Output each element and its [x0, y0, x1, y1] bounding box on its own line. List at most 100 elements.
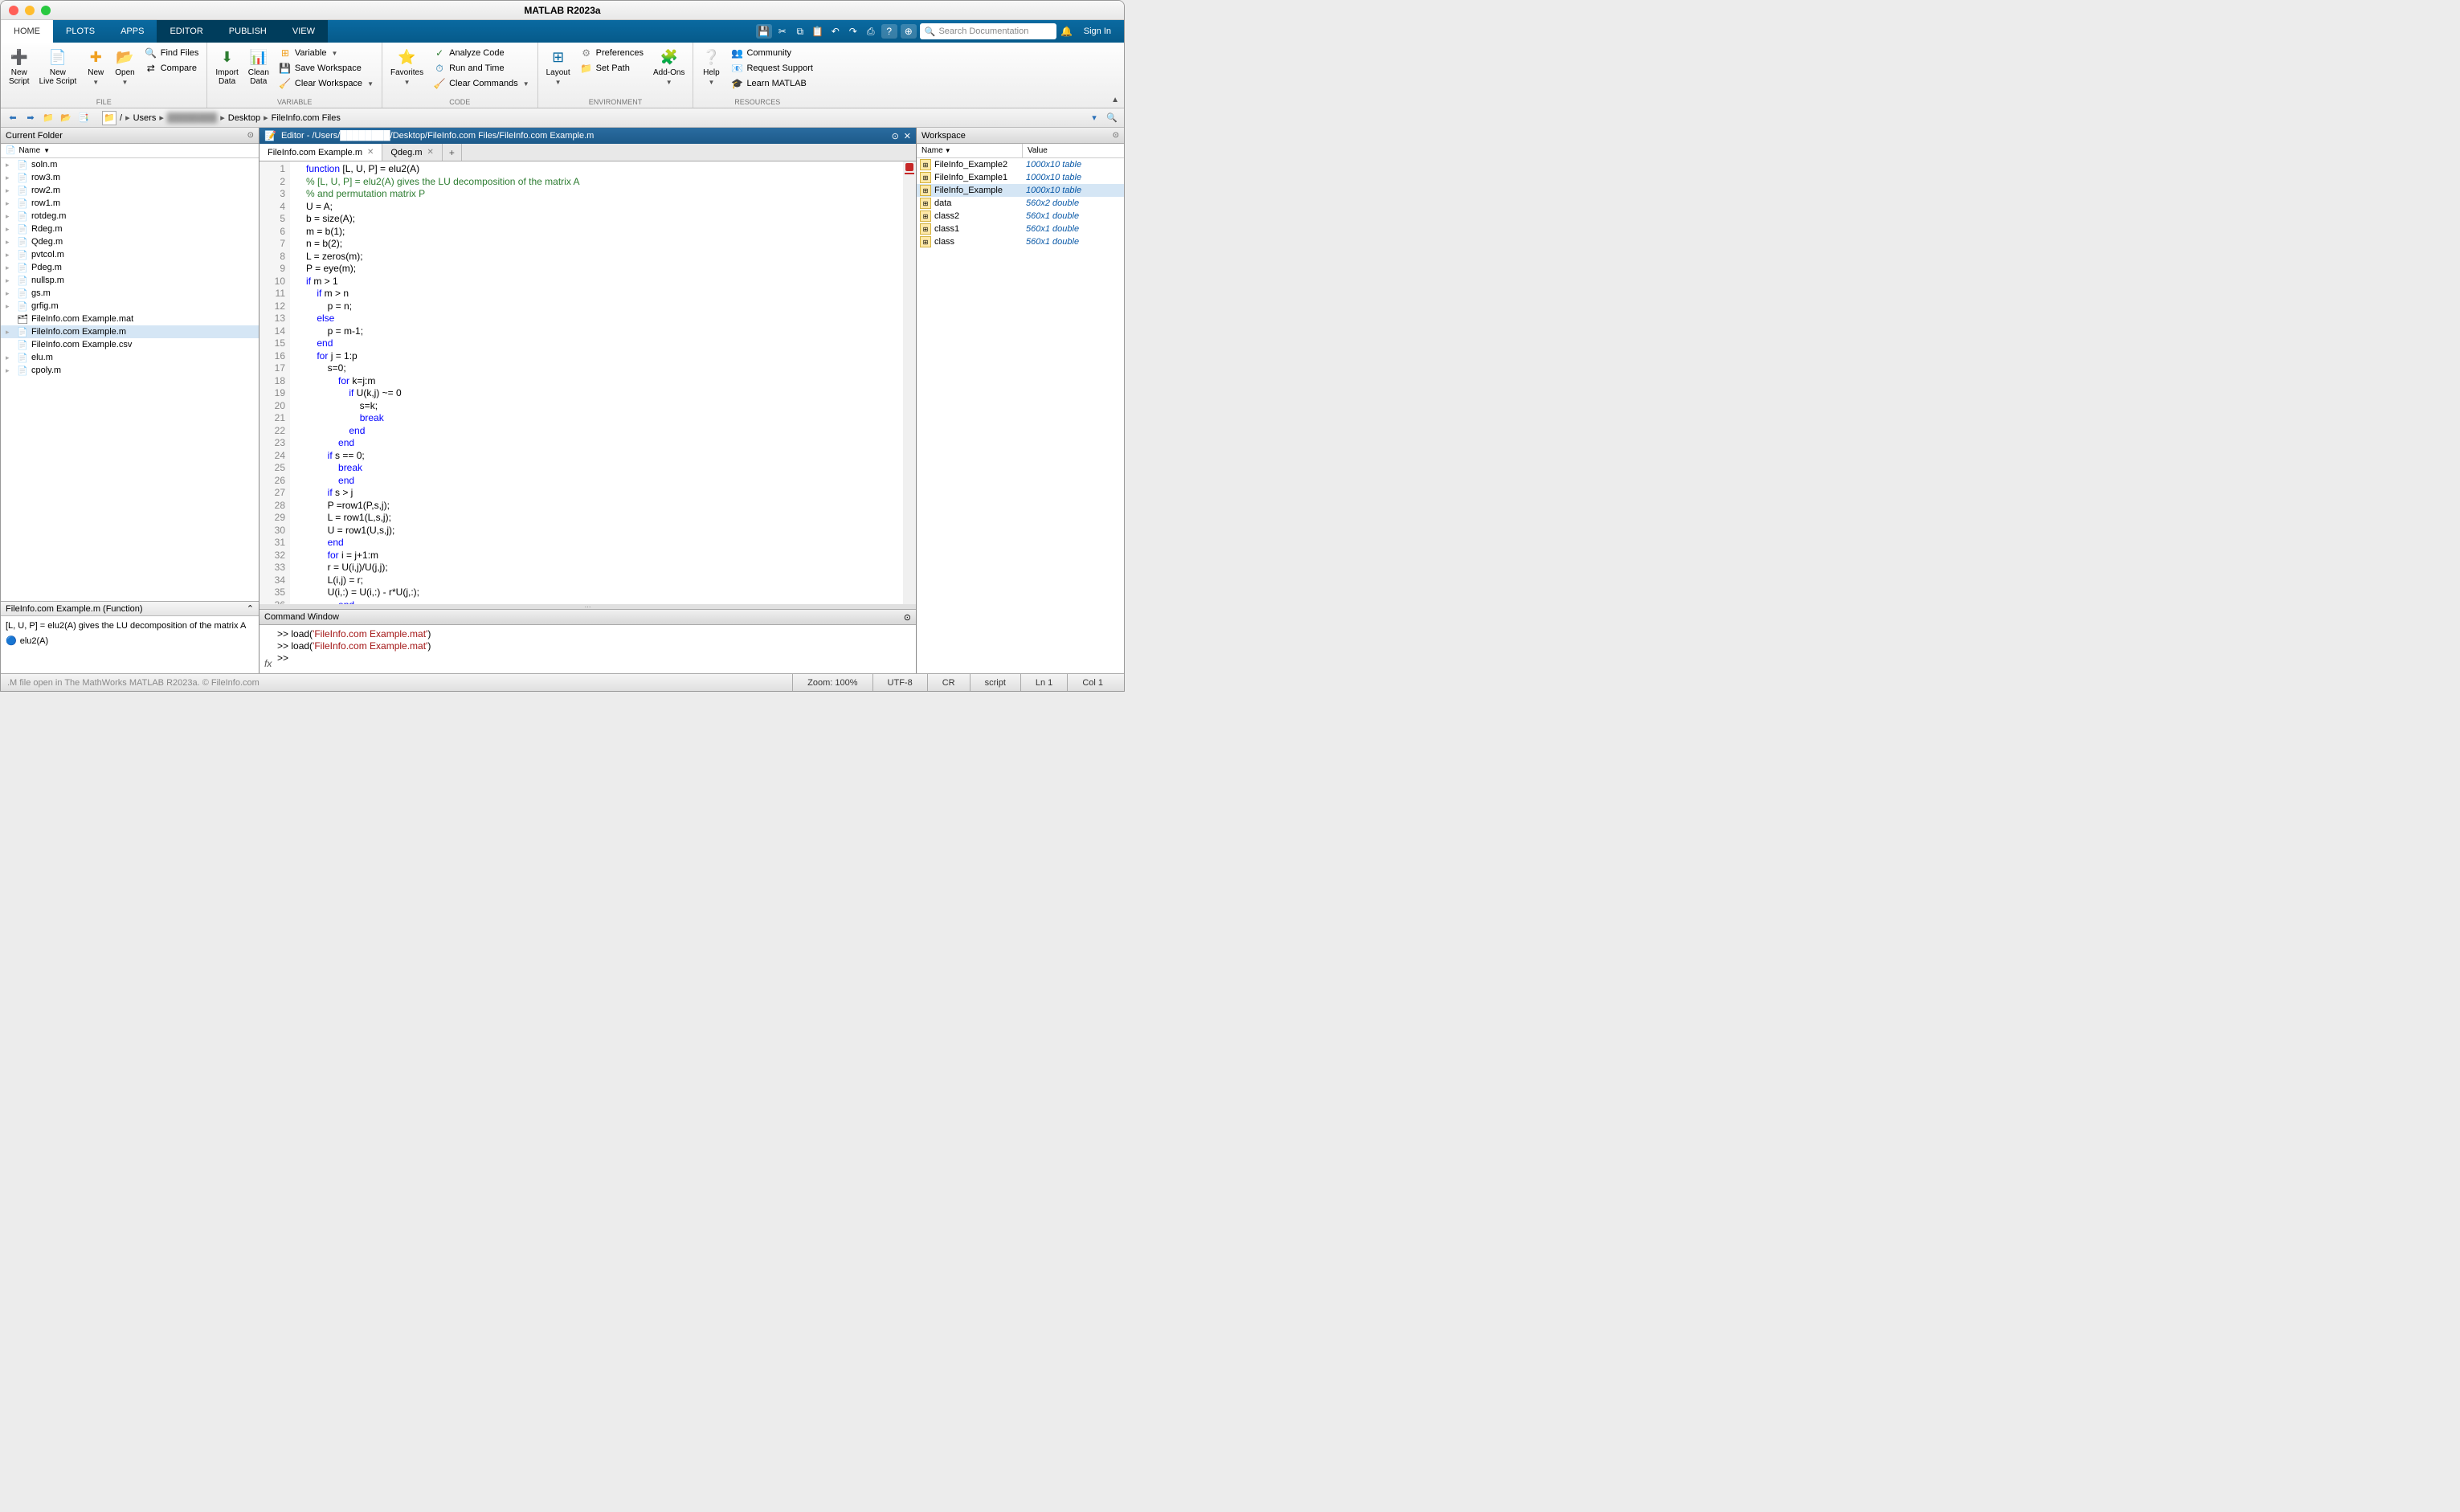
- preferences-button[interactable]: ⚙ Preferences: [577, 46, 647, 60]
- clear-workspace-button[interactable]: 🧹 Clear Workspace ▼: [276, 76, 377, 91]
- back-button[interactable]: ⬅: [6, 111, 20, 125]
- up-folder-button[interactable]: 📁: [41, 111, 55, 125]
- file-item[interactable]: ▸📄grfig.m: [1, 300, 259, 313]
- editor-tab-2[interactable]: Qdeg.m ✕: [382, 144, 443, 161]
- path-users[interactable]: Users: [133, 113, 157, 123]
- file-item[interactable]: ▸📄row3.m: [1, 171, 259, 184]
- status-eol[interactable]: CR: [927, 674, 970, 692]
- close-tab-icon[interactable]: ✕: [427, 148, 434, 157]
- undo-icon[interactable]: ↶: [828, 24, 843, 39]
- tab-view[interactable]: VIEW: [280, 20, 328, 43]
- status-encoding[interactable]: UTF-8: [872, 674, 927, 692]
- help-button[interactable]: ❔ Help ▼: [698, 46, 724, 88]
- path-folder[interactable]: FileInfo.com Files: [272, 113, 341, 123]
- status-lang[interactable]: script: [970, 674, 1020, 692]
- save-icon[interactable]: 💾: [756, 24, 772, 39]
- learn-matlab-button[interactable]: 🎓 Learn MATLAB: [727, 76, 816, 91]
- copy-icon[interactable]: ⧉: [793, 24, 807, 39]
- import-data-button[interactable]: ⬇ Import Data: [212, 46, 241, 88]
- layout-button[interactable]: ⊞ Layout ▼: [543, 46, 574, 88]
- file-item[interactable]: ▸📄soln.m: [1, 158, 259, 171]
- forward-button[interactable]: ➡: [23, 111, 38, 125]
- workspace-variable[interactable]: ⊞class2560x1 double: [917, 210, 1124, 223]
- find-files-button[interactable]: 🔍 Find Files: [141, 46, 202, 60]
- favorites-button[interactable]: ⭐ Favorites ▼: [387, 46, 427, 88]
- panel-menu-button[interactable]: ⊙: [247, 131, 254, 140]
- file-item[interactable]: ▸📄Pdeg.m: [1, 261, 259, 274]
- error-indicator[interactable]: [905, 163, 913, 171]
- editor-close-button[interactable]: ✕: [904, 131, 911, 141]
- command-window[interactable]: fx >> load('FileInfo.com Example.mat')>>…: [259, 625, 916, 673]
- variable-button[interactable]: ⊞ Variable ▼: [276, 46, 377, 60]
- file-item[interactable]: ▸📄row1.m: [1, 197, 259, 210]
- clear-commands-button[interactable]: 🧹 Clear Commands ▼: [430, 76, 533, 91]
- workspace-menu-button[interactable]: ⊙: [1113, 131, 1119, 140]
- run-and-time-button[interactable]: ⏱ Run and Time: [430, 61, 533, 76]
- print-icon[interactable]: ⎙: [864, 24, 878, 39]
- clean-data-button[interactable]: 📊 Clean Data: [245, 46, 272, 88]
- browse-folder-button[interactable]: 📑: [76, 111, 91, 125]
- new-script-button[interactable]: ➕ New Script: [6, 46, 33, 88]
- sign-in-link[interactable]: Sign In: [1077, 27, 1118, 36]
- fx-icon[interactable]: fx: [264, 658, 277, 670]
- paste-icon[interactable]: 📋: [811, 24, 825, 39]
- file-item[interactable]: ▸📄rotdeg.m: [1, 210, 259, 223]
- cut-icon[interactable]: ✂: [775, 24, 790, 39]
- current-folder-header[interactable]: 📄 Name ▼: [1, 144, 259, 158]
- file-item[interactable]: ▸📄gs.m: [1, 287, 259, 300]
- workspace-variable[interactable]: ⊞class560x1 double: [917, 235, 1124, 248]
- open-button[interactable]: 📂 Open ▼: [112, 46, 137, 88]
- workspace-variable[interactable]: ⊞FileInfo_Example21000x10 table: [917, 158, 1124, 171]
- minimize-window-button[interactable]: [25, 6, 35, 15]
- close-window-button[interactable]: [9, 6, 18, 15]
- path-root[interactable]: /: [120, 113, 122, 123]
- workspace-variable[interactable]: ⊞FileInfo_Example1000x10 table: [917, 184, 1124, 197]
- file-item[interactable]: ▸📄FileInfo.com Example.m: [1, 325, 259, 338]
- ribbon-collapse-button[interactable]: ▲: [1109, 94, 1121, 106]
- details-collapse-button[interactable]: ⌃: [247, 603, 254, 614]
- save-workspace-button[interactable]: 💾 Save Workspace: [276, 61, 377, 76]
- tab-home[interactable]: HOME: [1, 20, 53, 43]
- request-support-button[interactable]: 📧 Request Support: [727, 61, 816, 76]
- command-window-menu-button[interactable]: ⊙: [904, 612, 911, 623]
- help-icon[interactable]: ?: [881, 24, 897, 39]
- file-item[interactable]: ▸📄nullsp.m: [1, 274, 259, 287]
- editor-body[interactable]: 1234567891011121314151617181920212223242…: [259, 161, 916, 604]
- community-button[interactable]: 👥 Community: [727, 46, 816, 60]
- workspace-variable[interactable]: ⊞data560x2 double: [917, 197, 1124, 210]
- file-list[interactable]: ▸📄soln.m▸📄row3.m▸📄row2.m▸📄row1.m▸📄rotdeg…: [1, 158, 259, 601]
- file-item[interactable]: 🗂FileInfo.com Example.mat: [1, 313, 259, 325]
- new-live-script-button[interactable]: 📄 New Live Script: [36, 46, 80, 88]
- file-item[interactable]: ▸📄row2.m: [1, 184, 259, 197]
- error-tick[interactable]: [905, 173, 914, 174]
- new-button[interactable]: ✚ New ▼: [83, 46, 108, 88]
- redo-icon[interactable]: ↷: [846, 24, 860, 39]
- folder-history-button[interactable]: 📂: [59, 111, 73, 125]
- workspace-header[interactable]: Name ▼ Value: [917, 144, 1124, 158]
- code-area[interactable]: function [L, U, P] = elu2(A)% [L, U, P] …: [290, 161, 903, 604]
- file-item[interactable]: ▸📄Rdeg.m: [1, 223, 259, 235]
- tab-plots[interactable]: PLOTS: [53, 20, 108, 43]
- compare-button[interactable]: ⇄ Compare: [141, 61, 202, 76]
- editor-actions-button[interactable]: ⊙: [892, 131, 899, 141]
- file-item[interactable]: 📄FileInfo.com Example.csv: [1, 338, 259, 351]
- close-tab-icon[interactable]: ✕: [367, 148, 374, 157]
- file-item[interactable]: ▸📄Qdeg.m: [1, 235, 259, 248]
- path-search-icon[interactable]: 🔍: [1105, 111, 1119, 125]
- file-item[interactable]: ▸📄pvtcol.m: [1, 248, 259, 261]
- new-tab-button[interactable]: +: [443, 144, 462, 161]
- set-path-button[interactable]: 📁 Set Path: [577, 61, 647, 76]
- status-zoom[interactable]: Zoom: 100%: [792, 674, 872, 692]
- search-documentation[interactable]: 🔍 Search Documentation: [920, 23, 1056, 39]
- editor-message-bar[interactable]: [903, 161, 916, 604]
- addons-button[interactable]: 🧩 Add-Ons ▼: [650, 46, 688, 88]
- path-user[interactable]: ████████: [167, 113, 217, 123]
- notifications-icon[interactable]: 🔔: [1060, 24, 1074, 39]
- workspace-variable[interactable]: ⊞class1560x1 double: [917, 223, 1124, 235]
- tab-editor[interactable]: EDITOR: [157, 20, 215, 43]
- zoom-window-button[interactable]: [41, 6, 51, 15]
- workspace-list[interactable]: ⊞FileInfo_Example21000x10 table ⊞FileInfo…: [917, 158, 1124, 673]
- file-item[interactable]: ▸📄elu.m: [1, 351, 259, 364]
- tab-publish[interactable]: PUBLISH: [216, 20, 280, 43]
- path-dropdown[interactable]: ▾: [1087, 111, 1101, 125]
